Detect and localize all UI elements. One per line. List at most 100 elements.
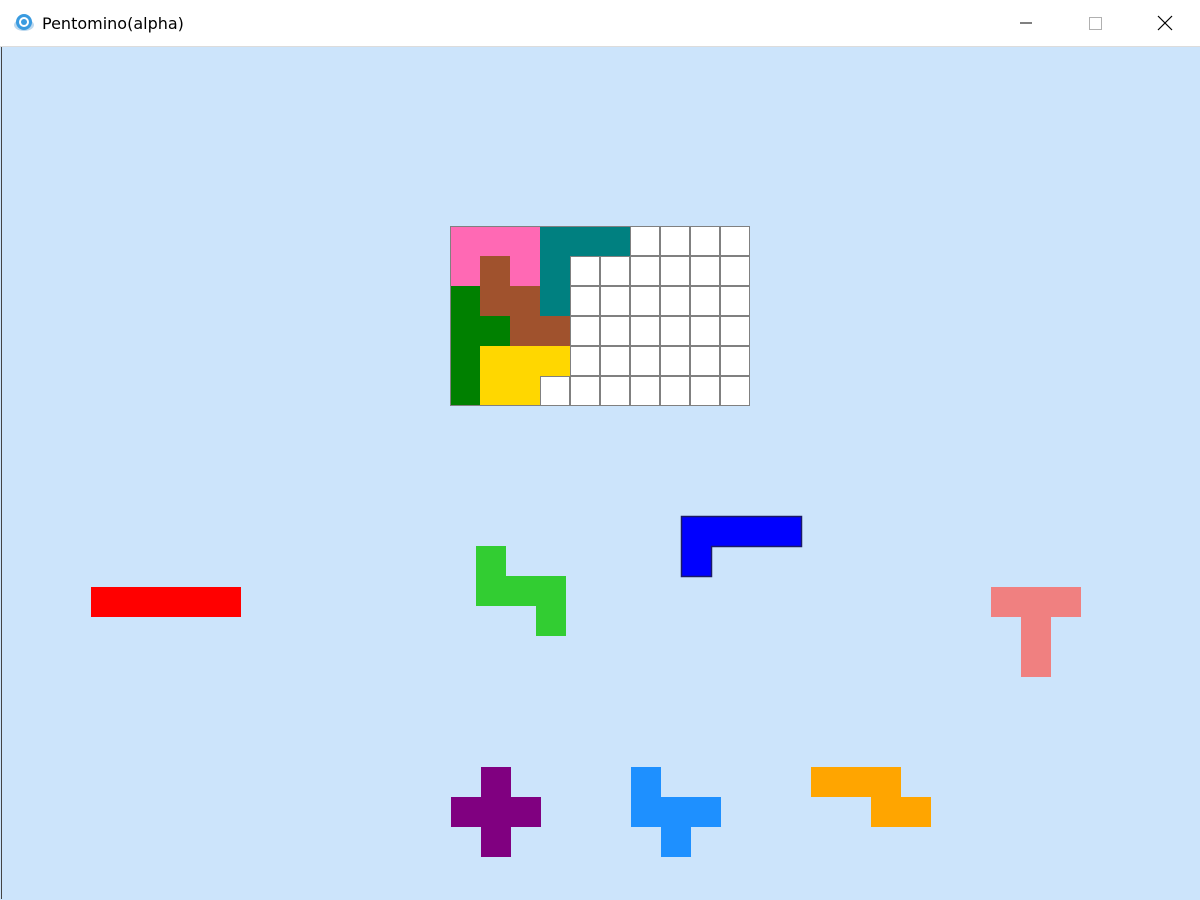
- piece-cell: [1021, 647, 1051, 677]
- board-cell-filled[interactable]: [480, 286, 510, 316]
- piece-cell: [481, 797, 511, 827]
- board-cell-filled[interactable]: [540, 286, 570, 316]
- piece-cell: [1021, 617, 1051, 647]
- piece-cell: [481, 767, 511, 797]
- piece-cell: [691, 797, 721, 827]
- board-cell-empty[interactable]: [600, 286, 630, 316]
- piece-cell: [506, 576, 536, 606]
- board-cell-filled[interactable]: [450, 316, 480, 346]
- board-cell-empty[interactable]: [690, 376, 720, 406]
- board-cell-empty[interactable]: [720, 346, 750, 376]
- board-cell-filled[interactable]: [450, 226, 480, 256]
- piece-cell: [631, 797, 661, 827]
- board-cell-empty[interactable]: [570, 316, 600, 346]
- piece-cell: [451, 797, 481, 827]
- board-cell-empty[interactable]: [570, 376, 600, 406]
- selection-outline: [680, 515, 803, 578]
- piece-cell: [1021, 587, 1051, 617]
- board-cell-empty[interactable]: [660, 346, 690, 376]
- board-cell-filled[interactable]: [510, 286, 540, 316]
- board-cell-filled[interactable]: [510, 226, 540, 256]
- board-cell-empty[interactable]: [720, 316, 750, 346]
- board-cell-empty[interactable]: [660, 376, 690, 406]
- board-cell-filled[interactable]: [510, 256, 540, 286]
- board-cell-filled[interactable]: [450, 376, 480, 406]
- board-cell-filled[interactable]: [450, 256, 480, 286]
- board-cell-empty[interactable]: [540, 376, 570, 406]
- minimize-icon: [1020, 22, 1032, 24]
- puzzle-board[interactable]: [450, 226, 750, 406]
- piece-cell: [121, 587, 151, 617]
- board-cell-empty[interactable]: [720, 286, 750, 316]
- board-cell-filled[interactable]: [480, 346, 510, 376]
- board-cell-empty[interactable]: [630, 286, 660, 316]
- piece-cell: [871, 767, 901, 797]
- board-cell-empty[interactable]: [690, 316, 720, 346]
- minimize-button[interactable]: [992, 0, 1060, 46]
- piece-cell: [631, 767, 661, 797]
- board-cell-empty[interactable]: [570, 346, 600, 376]
- board-cell-filled[interactable]: [480, 226, 510, 256]
- maximize-button[interactable]: [1061, 0, 1129, 46]
- board-cell-empty[interactable]: [630, 376, 660, 406]
- board-cell-empty[interactable]: [660, 256, 690, 286]
- board-cell-empty[interactable]: [630, 226, 660, 256]
- board-cell-filled[interactable]: [450, 286, 480, 316]
- piece-cell: [661, 827, 691, 857]
- board-cell-filled[interactable]: [540, 226, 570, 256]
- board-cell-empty[interactable]: [600, 316, 630, 346]
- maximize-icon: [1089, 17, 1102, 30]
- board-cell-empty[interactable]: [660, 316, 690, 346]
- board-cell-filled[interactable]: [480, 256, 510, 286]
- title-bar[interactable]: Pentomino(alpha): [0, 0, 1200, 47]
- piece-cell: [511, 797, 541, 827]
- board-cell-empty[interactable]: [630, 256, 660, 286]
- board-cell-empty[interactable]: [600, 346, 630, 376]
- game-canvas[interactable]: [1, 47, 1200, 899]
- board-cell-empty[interactable]: [690, 346, 720, 376]
- board-cell-empty[interactable]: [690, 226, 720, 256]
- board-cell-empty[interactable]: [600, 376, 630, 406]
- board-cell-empty[interactable]: [570, 286, 600, 316]
- board-cell-empty[interactable]: [600, 256, 630, 286]
- board-cell-filled[interactable]: [480, 376, 510, 406]
- board-cell-empty[interactable]: [690, 286, 720, 316]
- board-cell-filled[interactable]: [450, 346, 480, 376]
- board-cell-filled[interactable]: [540, 346, 570, 376]
- board-cell-filled[interactable]: [570, 226, 600, 256]
- board-cell-empty[interactable]: [660, 286, 690, 316]
- window-title: Pentomino(alpha): [42, 14, 184, 33]
- board-cell-filled[interactable]: [510, 316, 540, 346]
- board-cell-filled[interactable]: [540, 256, 570, 286]
- board-cell-empty[interactable]: [720, 376, 750, 406]
- piece-cell: [1051, 587, 1081, 617]
- board-cell-filled[interactable]: [540, 316, 570, 346]
- board-cell-filled[interactable]: [510, 376, 540, 406]
- close-button[interactable]: [1131, 0, 1199, 46]
- piece-cell: [211, 587, 241, 617]
- board-cell-empty[interactable]: [630, 346, 660, 376]
- board-cell-filled[interactable]: [510, 346, 540, 376]
- close-icon: [1157, 15, 1173, 31]
- piece-cell: [151, 587, 181, 617]
- board-cell-empty[interactable]: [720, 226, 750, 256]
- piece-cell: [476, 546, 506, 576]
- piece-cell: [841, 767, 871, 797]
- piece-cell: [181, 587, 211, 617]
- board-cell-empty[interactable]: [690, 256, 720, 286]
- piece-cell: [661, 797, 691, 827]
- piece-cell: [536, 576, 566, 606]
- board-cell-filled[interactable]: [480, 316, 510, 346]
- board-cell-empty[interactable]: [720, 256, 750, 286]
- board-cell-empty[interactable]: [570, 256, 600, 286]
- board-cell-filled[interactable]: [600, 226, 630, 256]
- piece-cell: [871, 797, 901, 827]
- app-icon: [14, 14, 34, 31]
- piece-cell: [536, 606, 566, 636]
- board-cell-empty[interactable]: [630, 316, 660, 346]
- piece-cell: [476, 576, 506, 606]
- piece-cell: [901, 797, 931, 827]
- board-cell-empty[interactable]: [660, 226, 690, 256]
- piece-cell: [481, 827, 511, 857]
- piece-cell: [91, 587, 121, 617]
